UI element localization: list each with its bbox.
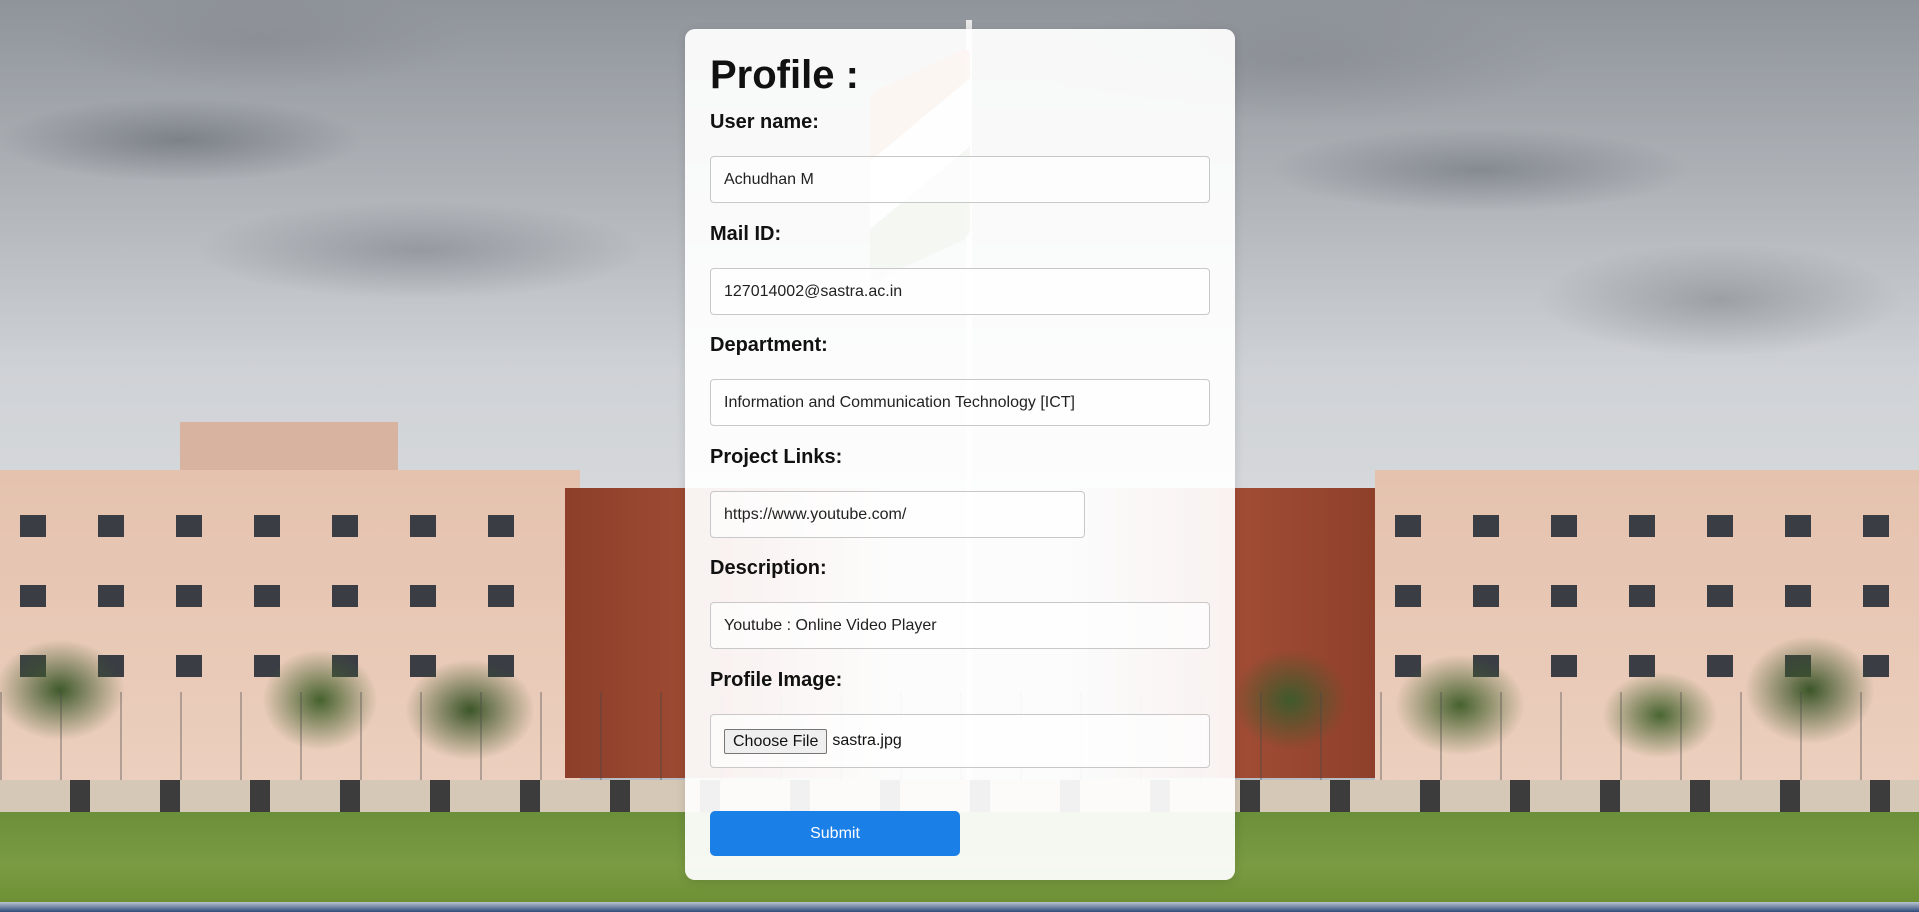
description-field[interactable]: Youtube : Online Video Player xyxy=(710,602,1210,649)
username-label: User name: xyxy=(710,111,819,133)
description-label: Description: xyxy=(710,557,827,579)
selected-file-name: sastra.jpg xyxy=(832,732,902,749)
project-links-label: Project Links: xyxy=(710,446,843,468)
window-row xyxy=(1395,585,1905,607)
window-row xyxy=(1395,515,1905,537)
profile-form-card: Profile : User name: Achudhan M Mail ID:… xyxy=(685,29,1235,880)
window-row xyxy=(20,585,560,607)
mail-id-field[interactable]: 127014002@sastra.ac.in xyxy=(710,268,1210,315)
project-links-field[interactable]: https://www.youtube.com/ xyxy=(710,491,1085,538)
profile-image-label: Profile Image: xyxy=(710,669,843,691)
department-label: Department: xyxy=(710,334,828,356)
department-field[interactable]: Information and Communication Technology… xyxy=(710,379,1210,426)
username-field[interactable]: Achudhan M xyxy=(710,156,1210,203)
submit-button[interactable]: Submit xyxy=(710,811,960,856)
page-title: Profile : xyxy=(710,53,859,97)
profile-image-file-input[interactable]: Choose File sastra.jpg xyxy=(710,714,1210,768)
choose-file-button[interactable]: Choose File xyxy=(724,728,828,754)
window-row xyxy=(20,515,560,537)
bottom-strip xyxy=(0,902,1919,912)
mail-id-label: Mail ID: xyxy=(710,223,782,245)
